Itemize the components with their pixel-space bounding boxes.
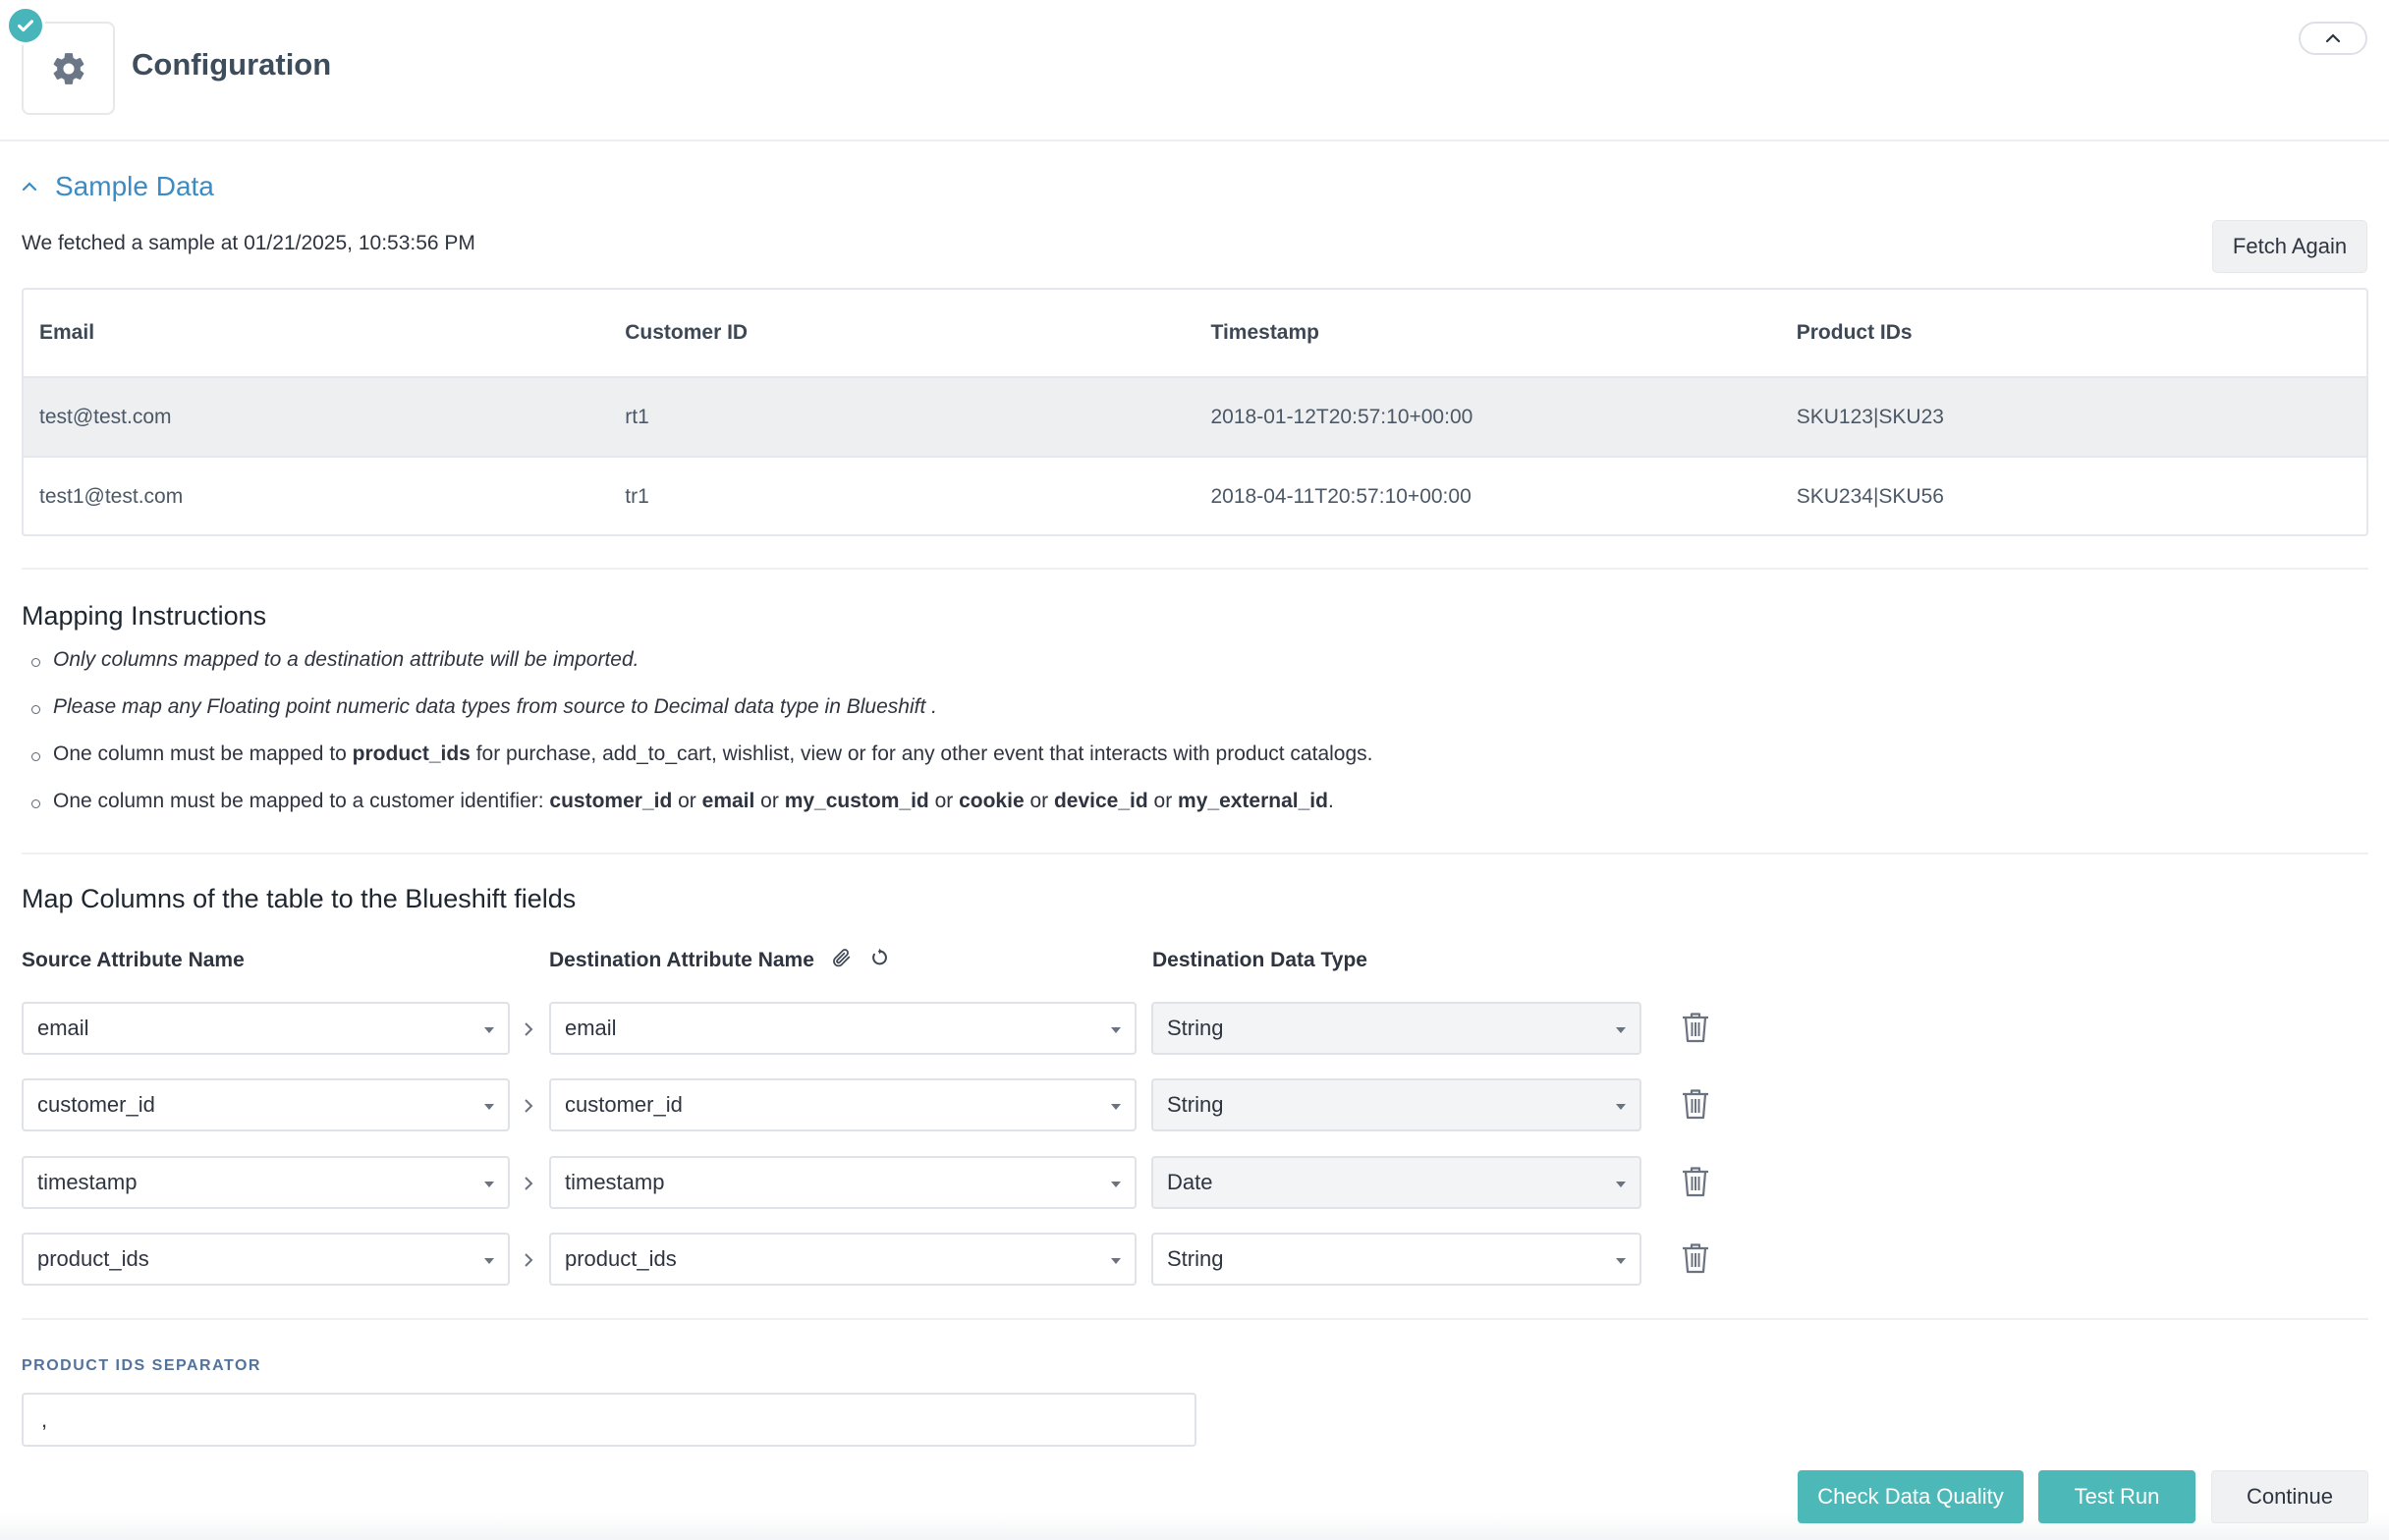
- sample-data-toggle[interactable]: Sample Data: [22, 171, 214, 202]
- destination-attribute-header: Destination Attribute Name: [549, 949, 814, 971]
- table-row: test@test.com rt1 2018-01-12T20:57:10+00…: [24, 378, 2366, 458]
- caret-down-icon: [484, 1182, 494, 1187]
- trash-icon[interactable]: [1680, 1241, 1711, 1275]
- mapping-instructions-list: Only columns mapped to a destination att…: [29, 648, 1373, 837]
- page-header: Configuration: [0, 0, 2389, 141]
- chevron-right-icon: [521, 1174, 536, 1193]
- trash-icon[interactable]: [1680, 1165, 1711, 1198]
- table-cell: rt1: [625, 405, 649, 428]
- caret-down-icon: [1111, 1027, 1121, 1033]
- source-attribute-select[interactable]: customer_id: [22, 1078, 510, 1131]
- fetch-again-button[interactable]: Fetch Again: [2212, 220, 2367, 273]
- table-row: test1@test.com tr1 2018-04-11T20:57:10+0…: [24, 458, 2366, 534]
- source-attribute-select[interactable]: timestamp: [22, 1156, 510, 1209]
- table-cell: 2018-01-12T20:57:10+00:00: [1210, 405, 1473, 428]
- instruction-item: One column must be mapped to a customer …: [29, 790, 1373, 837]
- gear-icon: [53, 52, 83, 84]
- caret-down-icon: [484, 1258, 494, 1264]
- destination-attribute-select[interactable]: email: [549, 1002, 1137, 1055]
- column-header: Email: [39, 321, 95, 344]
- instruction-item: One column must be mapped to product_ids…: [29, 742, 1373, 790]
- page-title: Configuration: [132, 47, 332, 82]
- caret-down-icon: [1616, 1027, 1626, 1033]
- column-header: Timestamp: [1210, 321, 1320, 344]
- caret-down-icon: [484, 1027, 494, 1033]
- caret-down-icon: [1616, 1104, 1626, 1110]
- instruction-item: Only columns mapped to a destination att…: [29, 648, 1373, 695]
- trash-icon[interactable]: [1680, 1011, 1711, 1044]
- section-divider: [22, 568, 2368, 570]
- product-ids-separator-label: PRODUCT IDS SEPARATOR: [22, 1357, 261, 1374]
- chevron-right-icon: [521, 1019, 536, 1039]
- column-header: Customer ID: [625, 321, 749, 344]
- destination-type-select[interactable]: Date: [1151, 1156, 1641, 1209]
- section-divider: [22, 1318, 2368, 1320]
- test-run-button[interactable]: Test Run: [2038, 1470, 2195, 1523]
- continue-button[interactable]: Continue: [2211, 1470, 2368, 1523]
- chevron-up-icon: [22, 182, 37, 192]
- chevron-up-icon: [2325, 33, 2341, 43]
- source-attribute-header: Source Attribute Name: [22, 949, 245, 971]
- source-attribute-select[interactable]: email: [22, 1002, 510, 1055]
- destination-attribute-select[interactable]: customer_id: [549, 1078, 1137, 1131]
- table-cell: test1@test.com: [39, 485, 184, 508]
- collapse-header-button[interactable]: [2299, 22, 2367, 55]
- sample-data-table: Email Customer ID Timestamp Product IDs …: [22, 288, 2368, 536]
- destination-tools: [831, 947, 890, 968]
- table-cell: test@test.com: [39, 405, 172, 428]
- destination-attribute-select[interactable]: timestamp: [549, 1156, 1137, 1209]
- caret-down-icon: [1616, 1258, 1626, 1264]
- reset-icon[interactable]: [868, 947, 890, 968]
- table-cell: SKU234|SKU56: [1796, 485, 1944, 508]
- destination-type-header: Destination Data Type: [1152, 949, 1367, 971]
- trash-icon[interactable]: [1680, 1087, 1711, 1121]
- map-columns-title: Map Columns of the table to the Blueshif…: [22, 884, 577, 913]
- chevron-right-icon: [521, 1250, 536, 1270]
- instruction-item: Please map any Floating point numeric da…: [29, 695, 1373, 742]
- table-cell: SKU123|SKU23: [1796, 405, 1944, 428]
- caret-down-icon: [1111, 1104, 1121, 1110]
- caret-down-icon: [1111, 1258, 1121, 1264]
- table-header-row: Email Customer ID Timestamp Product IDs: [24, 290, 2366, 378]
- table-cell: 2018-04-11T20:57:10+00:00: [1210, 485, 1472, 508]
- fetched-timestamp-text: We fetched a sample at 01/21/2025, 10:53…: [22, 232, 475, 254]
- caret-down-icon: [1111, 1182, 1121, 1187]
- mapping-instructions-title: Mapping Instructions: [22, 601, 267, 631]
- destination-type-select[interactable]: String: [1151, 1233, 1641, 1286]
- paperclip-icon[interactable]: [831, 947, 853, 968]
- destination-type-select[interactable]: String: [1151, 1078, 1641, 1131]
- destination-attribute-select[interactable]: product_ids: [549, 1233, 1137, 1286]
- table-cell: tr1: [625, 485, 649, 508]
- check-data-quality-button[interactable]: Check Data Quality: [1798, 1470, 2024, 1523]
- caret-down-icon: [484, 1104, 494, 1110]
- sample-data-title: Sample Data: [55, 171, 214, 201]
- product-ids-separator-input[interactable]: [22, 1393, 1196, 1447]
- caret-down-icon: [1616, 1182, 1626, 1187]
- section-divider: [22, 852, 2368, 854]
- check-icon: [6, 6, 45, 45]
- column-header: Product IDs: [1796, 321, 1913, 344]
- destination-type-select[interactable]: String: [1151, 1002, 1641, 1055]
- source-attribute-select[interactable]: product_ids: [22, 1233, 510, 1286]
- chevron-right-icon: [521, 1096, 536, 1116]
- footer-shade: [0, 1512, 2389, 1540]
